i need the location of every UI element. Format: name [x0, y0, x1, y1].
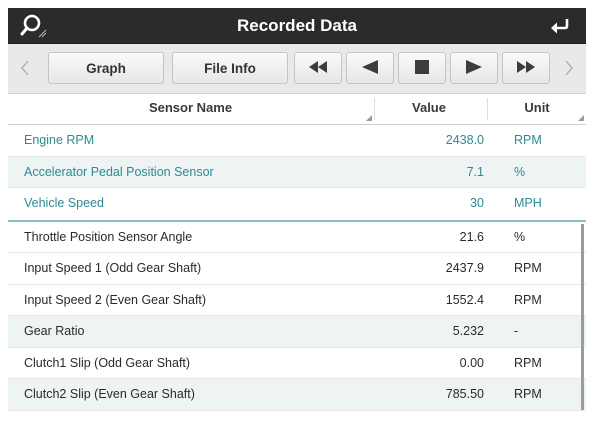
unit-header[interactable]: Unit: [488, 94, 586, 124]
table-header: Sensor Name Value Unit: [8, 94, 586, 125]
fast-forward-button[interactable]: [502, 52, 550, 84]
sensor-value: 30: [470, 196, 484, 210]
sensor-value: 785.50: [445, 387, 484, 401]
value-header[interactable]: Value: [374, 94, 484, 124]
sensor-value: 21.6: [459, 229, 484, 244]
sensor-value: 0.00: [459, 355, 484, 370]
table-row[interactable]: Engine RPM 2438.0 RPM: [8, 125, 586, 157]
sensor-unit: -: [514, 324, 519, 338]
sensor-name: Engine RPM: [24, 133, 95, 147]
page-title: Recorded Data: [237, 16, 357, 35]
sensor-name-header[interactable]: Sensor Name: [8, 94, 373, 124]
title-bar: Recorded Data: [8, 8, 586, 44]
sensor-unit: RPM: [514, 133, 542, 147]
table-row[interactable]: Throttle Position Sensor Angle 21.6 %: [8, 222, 586, 253]
sensor-table: Engine RPM 2438.0 RPM Accelerator Pedal …: [8, 125, 586, 411]
step-back-button[interactable]: [346, 52, 394, 84]
toolbar: Graph File Info: [8, 44, 586, 94]
table-row[interactable]: Clutch2 Slip (Even Gear Shaft) 785.50 RP…: [8, 379, 586, 411]
sensor-unit: RPM: [514, 355, 542, 370]
table-row[interactable]: Vehicle Speed 30 MPH: [8, 188, 586, 220]
sort-indicator-icon: [366, 115, 372, 121]
sensor-name: Throttle Position Sensor Angle: [24, 229, 193, 244]
rewind-icon: [307, 60, 329, 76]
sensor-unit: %: [514, 164, 526, 179]
sensor-name: Clutch2 Slip (Even Gear Shaft): [24, 387, 195, 401]
sensor-unit: MPH: [514, 196, 542, 210]
play-icon: [465, 59, 483, 77]
sensor-name: Input Speed 1 (Odd Gear Shaft): [24, 261, 202, 275]
sensor-unit: %: [514, 229, 526, 244]
sensor-value: 2437.9: [445, 261, 484, 275]
rewind-button[interactable]: [294, 52, 342, 84]
recorded-data-screen: Recorded Data Graph File Info Sensor Nam…: [0, 0, 594, 422]
sensor-name: Accelerator Pedal Position Sensor: [24, 164, 214, 179]
table-row[interactable]: Gear Ratio 5.232 -: [8, 316, 586, 348]
sensor-name: Vehicle Speed: [24, 196, 104, 210]
table-row[interactable]: Input Speed 2 (Even Gear Shaft) 1552.4 R…: [8, 285, 586, 316]
return-arrow-icon[interactable]: [540, 8, 580, 43]
sensor-value: 2438.0: [445, 133, 484, 147]
sensor-unit: RPM: [514, 261, 542, 275]
sensor-value: 5.232: [452, 324, 484, 338]
graph-button[interactable]: Graph: [48, 52, 164, 84]
sensor-name: Clutch1 Slip (Odd Gear Shaft): [24, 355, 191, 370]
sensor-name: Gear Ratio: [24, 324, 85, 338]
sensor-value: 1552.4: [445, 292, 484, 307]
chevron-right-icon[interactable]: [556, 52, 582, 84]
sensor-name: Input Speed 2 (Even Gear Shaft): [24, 292, 207, 307]
table-row[interactable]: Input Speed 1 (Odd Gear Shaft) 2437.9 RP…: [8, 253, 586, 285]
sort-indicator-icon: [578, 115, 584, 121]
sensor-unit: RPM: [514, 292, 542, 307]
table-row[interactable]: Accelerator Pedal Position Sensor 7.1 %: [8, 156, 586, 188]
chevron-left-icon[interactable]: [12, 52, 38, 84]
file-info-button[interactable]: File Info: [172, 52, 288, 84]
fast-forward-icon: [515, 60, 537, 76]
table-scrollbar[interactable]: [581, 224, 584, 410]
stop-icon: [415, 59, 429, 77]
sensor-value: 7.1: [466, 164, 484, 179]
sensor-unit: RPM: [514, 387, 542, 401]
table-row[interactable]: Clutch1 Slip (Odd Gear Shaft) 0.00 RPM: [8, 348, 586, 379]
step-back-icon: [361, 59, 379, 77]
stop-button[interactable]: [398, 52, 446, 84]
play-button[interactable]: [450, 52, 498, 84]
